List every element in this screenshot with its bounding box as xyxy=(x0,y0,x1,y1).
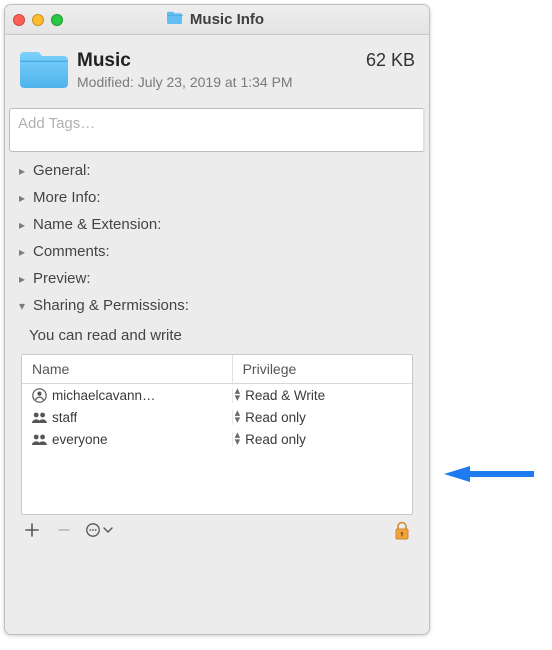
section-sharing-permissions[interactable]: ▾ Sharing & Permissions: xyxy=(5,292,429,319)
chevron-right-icon: ▸ xyxy=(17,245,27,259)
file-header: Music 62 KB Modified: July 23, 2019 at 1… xyxy=(5,35,429,105)
row-privilege: Read & Write xyxy=(245,388,325,403)
cell-privilege[interactable]: ▴▾ Read & Write xyxy=(233,388,412,403)
cell-privilege[interactable]: ▴▾ Read only xyxy=(233,432,412,447)
stepper-icon: ▴▾ xyxy=(235,388,241,402)
row-name: staff xyxy=(52,410,77,425)
section-comments[interactable]: ▸ Comments: xyxy=(5,238,429,265)
stepper-icon: ▴▾ xyxy=(235,432,241,446)
sharing-note: You can read and write xyxy=(29,323,419,354)
section-more-info[interactable]: ▸ More Info: xyxy=(5,184,429,211)
folder-icon xyxy=(166,10,184,29)
stepper-icon: ▴▾ xyxy=(235,410,241,424)
table-header: Name Privilege xyxy=(22,355,412,384)
tags-input[interactable]: Add Tags… xyxy=(9,108,425,152)
section-label: Preview: xyxy=(33,270,91,287)
row-privilege: Read only xyxy=(245,432,306,447)
cell-name: michaelcavann… xyxy=(22,388,233,403)
table-row[interactable]: michaelcavann… ▴▾ Read & Write xyxy=(22,384,412,406)
lock-icon[interactable] xyxy=(391,519,413,541)
table-row[interactable]: staff ▴▾ Read only xyxy=(22,406,412,428)
section-label: Name & Extension: xyxy=(33,216,161,233)
chevron-right-icon: ▸ xyxy=(17,191,27,205)
close-icon[interactable] xyxy=(13,14,25,26)
chevron-right-icon: ▸ xyxy=(17,218,27,232)
section-name-extension[interactable]: ▸ Name & Extension: xyxy=(5,211,429,238)
minimize-icon[interactable] xyxy=(32,14,44,26)
info-window: Music Info Music 62 KB xyxy=(4,4,430,635)
column-name[interactable]: Name xyxy=(22,355,233,383)
zoom-icon[interactable] xyxy=(51,14,63,26)
section-label: Comments: xyxy=(33,243,110,260)
row-name: michaelcavann… xyxy=(52,388,156,403)
chevron-right-icon: ▸ xyxy=(17,272,27,286)
cell-name: staff xyxy=(22,410,233,425)
modified-line: Modified: July 23, 2019 at 1:34 PM xyxy=(77,74,415,90)
titlebar: Music Info xyxy=(5,5,429,35)
section-label: More Info: xyxy=(33,189,101,206)
remove-button[interactable] xyxy=(53,520,75,540)
window-title: Music Info xyxy=(190,11,264,28)
window-controls xyxy=(13,14,63,26)
column-privilege[interactable]: Privilege xyxy=(233,355,412,383)
folder-large-icon xyxy=(15,45,73,95)
row-name: everyone xyxy=(52,432,108,447)
group-icon xyxy=(30,433,48,446)
section-general[interactable]: ▸ General: xyxy=(5,157,429,184)
section-label: General: xyxy=(33,162,91,179)
cell-name: everyone xyxy=(22,432,233,447)
section-preview[interactable]: ▸ Preview: xyxy=(5,265,429,292)
sharing-content: You can read and write xyxy=(5,319,429,354)
cell-privilege[interactable]: ▴▾ Read only xyxy=(233,410,412,425)
modified-value: July 23, 2019 at 1:34 PM xyxy=(138,74,293,90)
chevron-right-icon: ▸ xyxy=(17,164,27,178)
section-label: Sharing & Permissions: xyxy=(33,297,189,314)
permissions-table: Name Privilege michaelcavann… ▴▾ Read & Wr… xyxy=(21,354,413,515)
group-icon xyxy=(30,411,48,424)
user-icon xyxy=(30,388,48,403)
chevron-down-icon xyxy=(103,522,113,539)
action-menu-button[interactable] xyxy=(85,522,113,539)
modified-label: Modified: xyxy=(77,74,134,90)
file-name: Music xyxy=(77,50,131,72)
info-sections: ▸ General: ▸ More Info: ▸ Name & Extensi… xyxy=(5,157,429,547)
permissions-toolbar xyxy=(5,515,429,547)
callout-arrow-icon xyxy=(442,452,538,496)
tags-placeholder: Add Tags… xyxy=(18,115,95,132)
table-row[interactable]: everyone ▴▾ Read only xyxy=(22,428,412,450)
row-privilege: Read only xyxy=(245,410,306,425)
add-button[interactable] xyxy=(21,520,43,540)
chevron-down-icon: ▾ xyxy=(17,299,27,313)
file-size: 62 KB xyxy=(366,50,415,71)
